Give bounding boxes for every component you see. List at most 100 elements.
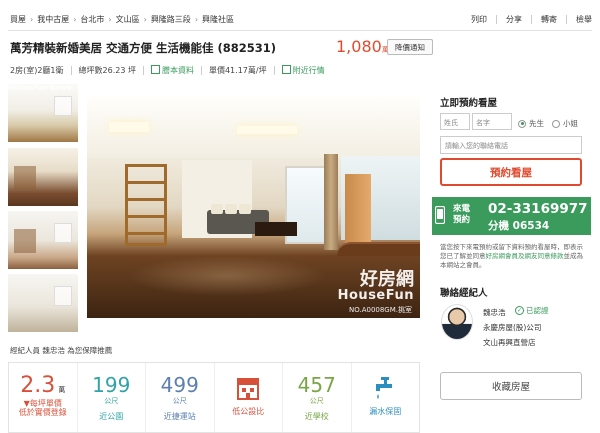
stat-label: 低公設比 <box>232 407 265 416</box>
breadcrumb-item[interactable]: 興隆社區 <box>202 14 234 25</box>
document-icon <box>150 65 160 74</box>
radio-dot-selected <box>518 119 526 128</box>
stat-value: 457 <box>297 373 336 397</box>
watermark-line2: HouseFun <box>337 288 414 303</box>
main-photo[interactable]: 好房網 HouseFun NO.A0008GM.挑室 <box>87 96 420 318</box>
agent-company: 永慶房屋(股)公司 <box>483 323 542 332</box>
stat-label: 近公園 <box>99 412 124 421</box>
photo-table <box>255 222 297 236</box>
stat-label: 漏水保固 <box>369 407 402 416</box>
breadcrumb-separator: › <box>143 14 147 24</box>
stat-label-line2: 低於實價登錄 <box>18 408 67 418</box>
call-label-line2: 預約 <box>453 214 471 225</box>
price-drop-notify-button[interactable]: 降價通知 <box>387 39 433 55</box>
thumbnail-2[interactable] <box>8 148 78 206</box>
phone-input[interactable]: 請輸入您的聯絡電話 <box>440 136 582 154</box>
photo-stage <box>337 242 420 256</box>
stat-unit: 萬 <box>58 386 66 394</box>
nearby-label: 附近行情 <box>292 66 325 75</box>
divider <box>496 14 497 24</box>
breadcrumb-item[interactable]: 文山區 <box>116 14 140 25</box>
forward-link[interactable]: 轉寄 <box>541 14 557 25</box>
stat-leak-warranty[interactable]: 漏水保固 <box>352 363 420 432</box>
thumbnail-detail <box>14 229 36 253</box>
registry-link[interactable]: 謄本資料 <box>150 64 194 76</box>
stat-park[interactable]: 199 公尺 近公園 <box>78 363 146 432</box>
terms-notice: 當您按下來電預約或留下資料預約看屋時，即表示您已了解並同意好房網會員及網友同意條… <box>440 243 584 269</box>
stat-value: 199 <box>92 373 131 397</box>
call-booking-box[interactable]: 來電 預約 02-33169977 分機 06534 <box>432 197 591 235</box>
area-text: 總坪數26.23 坪 <box>78 65 136 75</box>
radio-ms-label: 小姐 <box>563 119 578 128</box>
unit-price-text: 單價41.17萬/坪 <box>208 65 267 75</box>
photo-pillow <box>211 204 223 214</box>
feature-stats: 2.3 萬 ▼每坪單價 低於實價登錄 199 公尺 近公園 499 公尺 近捷運站 … <box>8 362 420 433</box>
photo-door <box>345 174 371 252</box>
agent-section-title: 聯絡經紀人 <box>440 288 488 299</box>
layout-text: 2房(室)2廳1衛 <box>10 65 64 75</box>
radio-ms[interactable]: 小姐 <box>552 118 578 129</box>
report-link[interactable]: 檢舉 <box>576 14 592 25</box>
surname-input[interactable]: 姓氏 <box>440 113 470 130</box>
photo-light <box>237 126 297 134</box>
agent-guarantee-text: 經紀人員 魏忠浩 為您保障推薦 <box>10 346 113 355</box>
photo-pillow <box>239 204 251 214</box>
top-actions: 列印 分享 轉寄 檢舉 <box>471 12 592 26</box>
divider <box>531 14 532 24</box>
breadcrumb-item[interactable]: 我中古屋 <box>37 14 69 25</box>
watermark-line1: 好房網 <box>360 269 414 290</box>
favorite-button[interactable]: 收藏房屋 <box>440 372 582 400</box>
name-input[interactable]: 名字 <box>472 113 512 130</box>
photo-light <box>109 122 149 132</box>
stat-mrt[interactable]: 499 公尺 近捷運站 <box>146 363 215 432</box>
book-viewing-button[interactable]: 預約看屋 <box>440 158 582 186</box>
radio-mr[interactable]: 先生 <box>518 118 544 129</box>
thumbnail-detail <box>14 166 36 190</box>
photo-watermark: 好房網 HouseFun <box>337 269 414 303</box>
share-link[interactable]: 分享 <box>506 14 522 25</box>
agent-branch: 文山再興直營店 <box>483 338 536 347</box>
stat-label-line1: 每坪單價 <box>29 399 62 408</box>
breadcrumb-separator: › <box>73 14 77 24</box>
terms-link[interactable]: 好房網會員及網友同意條款 <box>486 252 564 260</box>
divider <box>273 65 275 75</box>
thumbnail-3[interactable] <box>8 211 78 269</box>
header-divider <box>8 30 592 31</box>
breadcrumb: 買屋 › 我中古屋 › 台北市 › 文山區 › 興隆路三段 › 興隆社區 <box>10 12 234 26</box>
listing-price: 1,080萬 <box>336 37 389 56</box>
stat-low-public-ratio[interactable]: 低公設比 <box>215 363 283 432</box>
verified-label: 已認證 <box>526 306 549 315</box>
stat-school[interactable]: 457 公尺 近學校 <box>283 363 352 432</box>
stat-label: 近學校 <box>304 412 329 421</box>
photo-pillow <box>225 204 237 214</box>
breadcrumb-item[interactable]: 買屋 <box>10 14 26 25</box>
faucet-icon <box>372 375 398 401</box>
print-link[interactable]: 列印 <box>471 14 487 25</box>
phone-icon <box>435 206 445 224</box>
agent-verified-badge: ✓ 已認證 <box>515 305 549 316</box>
registry-label: 謄本資料 <box>161 66 194 75</box>
photo-floor-shine <box>127 256 327 296</box>
call-label: 來電 預約 <box>453 204 470 225</box>
stat-price-below[interactable]: 2.3 萬 ▼每坪單價 低於實價登錄 <box>9 363 78 432</box>
booking-title: 立即預約看屋 <box>440 98 498 109</box>
divider <box>142 65 144 75</box>
stat-unit: 公尺 <box>172 397 187 405</box>
check-icon: ✓ <box>515 306 524 315</box>
stat-value-row: 2.3 萬 <box>9 375 77 397</box>
agent-name[interactable]: 魏忠浩 <box>483 307 506 318</box>
photo-shelf <box>125 164 167 246</box>
agent-avatar[interactable] <box>441 304 473 340</box>
breadcrumb-item[interactable]: 興隆路三段 <box>151 14 191 25</box>
divider <box>566 14 567 24</box>
breadcrumb-separator: › <box>194 14 199 24</box>
stat-unit: 公尺 <box>309 397 324 405</box>
breadcrumb-separator: › <box>30 14 34 24</box>
breadcrumb-item[interactable]: 台北市 <box>80 14 104 25</box>
thumbnail-1[interactable]: HouseFun Newe <box>8 84 78 142</box>
nearby-link[interactable]: 附近行情 <box>281 64 325 76</box>
stat-unit: 公尺 <box>104 397 119 405</box>
thumbnail-4[interactable] <box>8 274 78 332</box>
photo-caption: NO.A0008GM.挑室 <box>349 306 412 314</box>
divider <box>70 65 72 75</box>
